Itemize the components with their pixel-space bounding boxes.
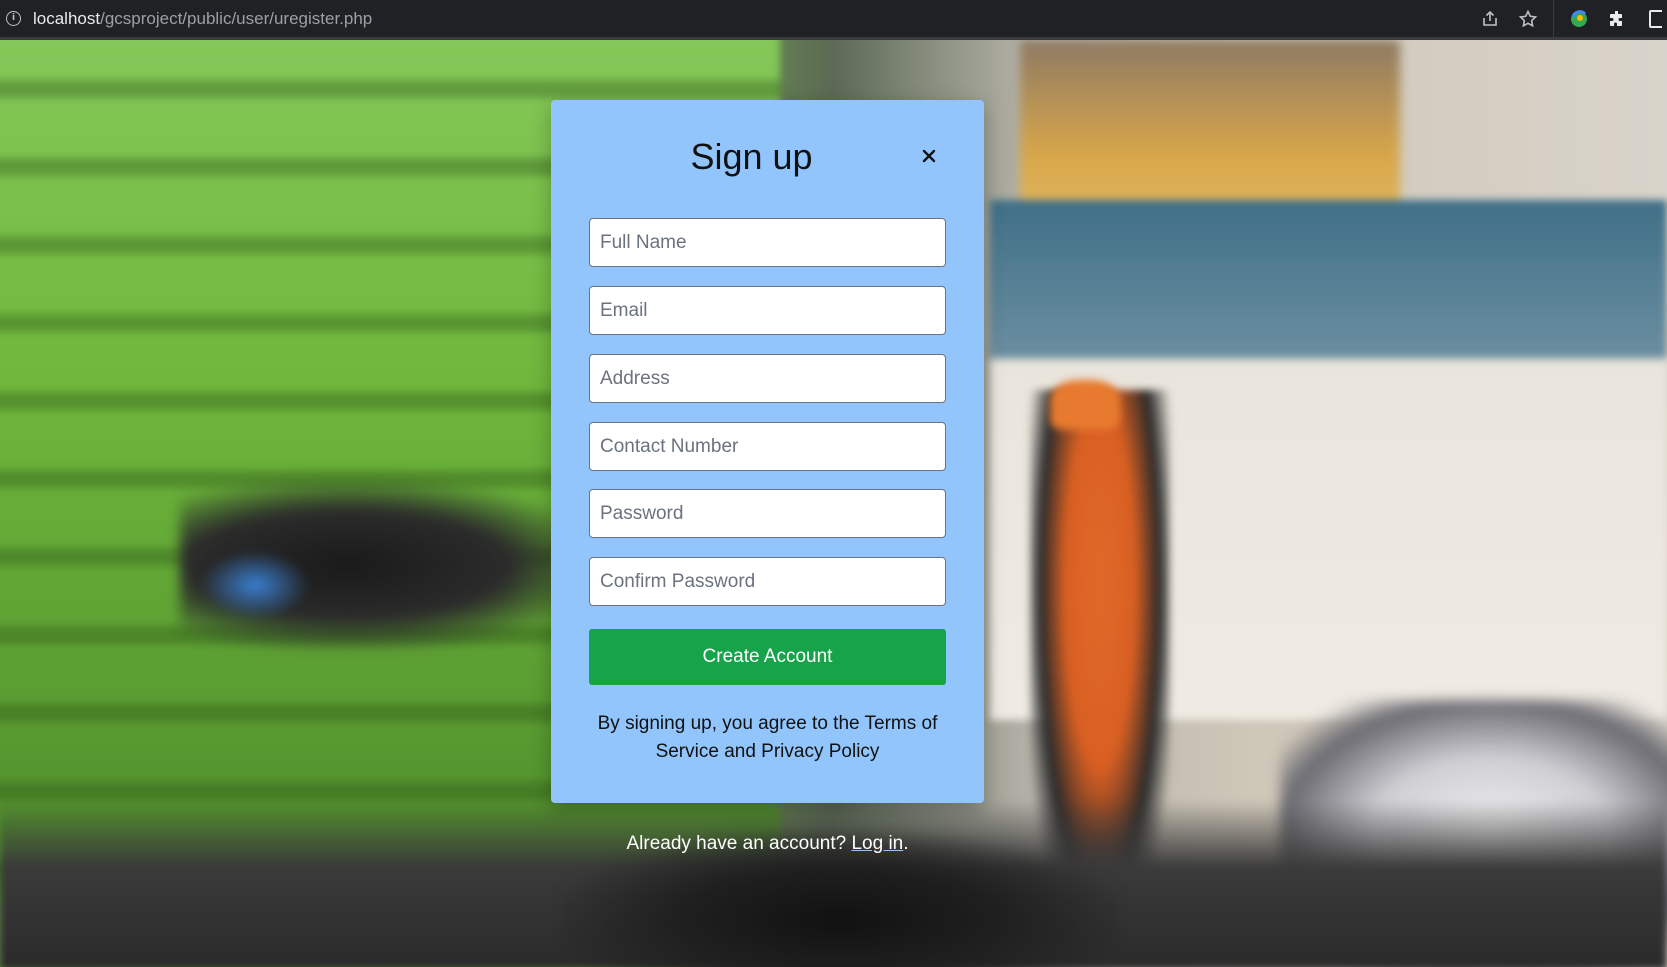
address-input[interactable] [589,354,946,403]
sidebar-icon[interactable] [1643,7,1667,31]
url-field[interactable]: localhost/gcsproject/public/user/uregist… [33,9,372,29]
profile-icon[interactable] [1567,7,1591,31]
login-suffix: . [903,833,909,854]
signup-modal: Sign up Create Account By signing up, yo… [551,100,984,803]
login-link[interactable]: Log in [851,833,903,854]
toolbar-divider [1553,0,1554,37]
login-prompt: Already have an account? Log in. [551,833,984,855]
close-icon[interactable] [917,144,941,168]
puzzle-icon[interactable] [1605,7,1629,31]
terms-text: By signing up, you agree to the Terms of… [597,713,938,762]
full-name-input[interactable] [589,218,946,267]
blue-bag-graphic [200,550,310,620]
password-input[interactable] [589,489,946,538]
star-icon[interactable] [1516,7,1540,31]
confirm-password-input[interactable] [589,557,946,606]
create-account-button[interactable]: Create Account [589,629,946,685]
browser-toolbar-icons [1471,0,1667,37]
info-icon[interactable]: i [6,11,21,26]
helmet-graphic [1050,380,1120,430]
email-input[interactable] [589,286,946,335]
url-path: /gcsproject/public/user/uregister.php [100,8,373,28]
login-prompt-text: Already have an account? [626,833,847,854]
share-icon[interactable] [1478,7,1502,31]
browser-address-bar: i localhost/gcsproject/public/user/uregi… [0,0,1667,40]
contact-number-input[interactable] [589,422,946,471]
url-host: localhost [33,8,101,28]
